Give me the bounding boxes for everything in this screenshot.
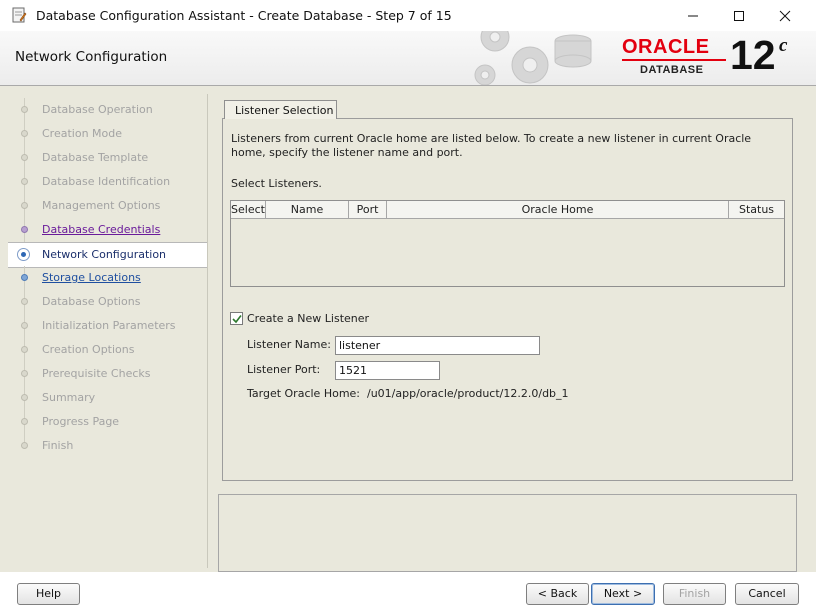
step-database-options[interactable]: Database Options	[8, 290, 207, 314]
listener-selection-panel	[222, 118, 793, 481]
minimize-button[interactable]	[670, 0, 716, 31]
column-header-oracle-home[interactable]: Oracle Home	[387, 201, 729, 219]
create-listener-label[interactable]: Create a New Listener	[247, 312, 369, 325]
step-label: Prerequisite Checks	[42, 367, 151, 380]
window-title: Database Configuration Assistant - Creat…	[36, 8, 452, 23]
close-icon	[779, 10, 791, 22]
page-header: Network Configuration ORACLE DATABASE 12…	[0, 31, 816, 86]
step-label: Creation Options	[42, 343, 135, 356]
select-listeners-label: Select Listeners.	[231, 177, 322, 190]
step-label: Creation Mode	[42, 127, 123, 140]
oracle-underline	[622, 59, 726, 61]
target-oracle-home-label: Target Oracle Home:	[247, 387, 361, 400]
cancel-button[interactable]: Cancel	[735, 583, 799, 605]
maximize-button[interactable]	[716, 0, 762, 31]
step-database-template[interactable]: Database Template	[8, 146, 207, 170]
column-header-name[interactable]: Name	[266, 201, 349, 219]
oracle-product-text: DATABASE	[640, 64, 704, 76]
step-label: Progress Page	[42, 415, 120, 428]
step-initialization-parameters[interactable]: Initialization Parameters	[8, 314, 207, 338]
next-button[interactable]: Next >	[591, 583, 655, 605]
close-button[interactable]	[762, 0, 808, 31]
step-label: Summary	[42, 391, 96, 404]
listener-port-label: Listener Port:	[247, 363, 321, 376]
listener-name-label: Listener Name:	[247, 338, 331, 351]
listener-name-input[interactable]	[335, 336, 540, 355]
listeners-table[interactable]: Select Name Port Oracle Home Status	[230, 200, 785, 287]
step-creation-mode[interactable]: Creation Mode	[8, 122, 207, 146]
step-label: Database Identification	[42, 175, 171, 188]
checkmark-icon	[232, 315, 242, 324]
step-label: Management Options	[42, 199, 161, 212]
step-sidebar: Database Operation Creation Mode Databas…	[8, 94, 208, 568]
current-step-icon	[17, 248, 30, 261]
tab-listener-selection[interactable]: Listener Selection	[224, 100, 337, 119]
step-network-configuration[interactable]: Network Configuration	[8, 242, 207, 268]
step-prerequisite-checks[interactable]: Prerequisite Checks	[8, 362, 207, 386]
back-button[interactable]: < Back	[526, 583, 589, 605]
step-label: Database Operation	[42, 103, 153, 116]
target-oracle-home-value: /u01/app/oracle/product/12.2.0/db_1	[367, 387, 569, 400]
description-text: Listeners from current Oracle home are l…	[231, 132, 752, 159]
step-creation-options[interactable]: Creation Options	[8, 338, 207, 362]
page-title: Network Configuration	[15, 49, 168, 65]
step-label: Finish	[42, 439, 74, 452]
help-button[interactable]: Help	[17, 583, 80, 605]
oracle-version-text: 12	[730, 32, 776, 78]
gears-graphic	[474, 31, 592, 85]
listener-port-input[interactable]	[335, 361, 440, 380]
create-listener-checkbox[interactable]	[230, 312, 243, 325]
step-database-credentials[interactable]: Database Credentials	[8, 218, 207, 242]
step-label[interactable]: Storage Locations	[42, 271, 141, 284]
step-label: Database Template	[42, 151, 149, 164]
message-area	[218, 494, 797, 572]
column-header-status[interactable]: Status	[729, 201, 784, 219]
oracle-version-suffix: c	[779, 35, 788, 56]
column-header-port[interactable]: Port	[349, 201, 387, 219]
step-progress-page[interactable]: Progress Page	[8, 410, 207, 434]
title-bar: Database Configuration Assistant - Creat…	[0, 0, 816, 31]
step-summary[interactable]: Summary	[8, 386, 207, 410]
step-label: Initialization Parameters	[42, 319, 176, 332]
tab-label: Listener Selection	[235, 104, 334, 117]
column-header-select[interactable]: Select	[231, 201, 266, 219]
step-label[interactable]: Database Credentials	[42, 223, 160, 236]
oracle-brand-text: ORACLE	[622, 36, 710, 58]
step-finish[interactable]: Finish	[8, 434, 207, 458]
step-label: Network Configuration	[42, 248, 167, 261]
maximize-icon	[734, 11, 744, 21]
app-icon	[12, 7, 27, 23]
step-database-identification[interactable]: Database Identification	[8, 170, 207, 194]
finish-button[interactable]: Finish	[663, 583, 726, 605]
step-management-options[interactable]: Management Options	[8, 194, 207, 218]
step-label: Database Options	[42, 295, 141, 308]
step-storage-locations[interactable]: Storage Locations	[8, 266, 207, 290]
minimize-icon	[688, 15, 698, 17]
step-database-operation[interactable]: Database Operation	[8, 98, 207, 122]
